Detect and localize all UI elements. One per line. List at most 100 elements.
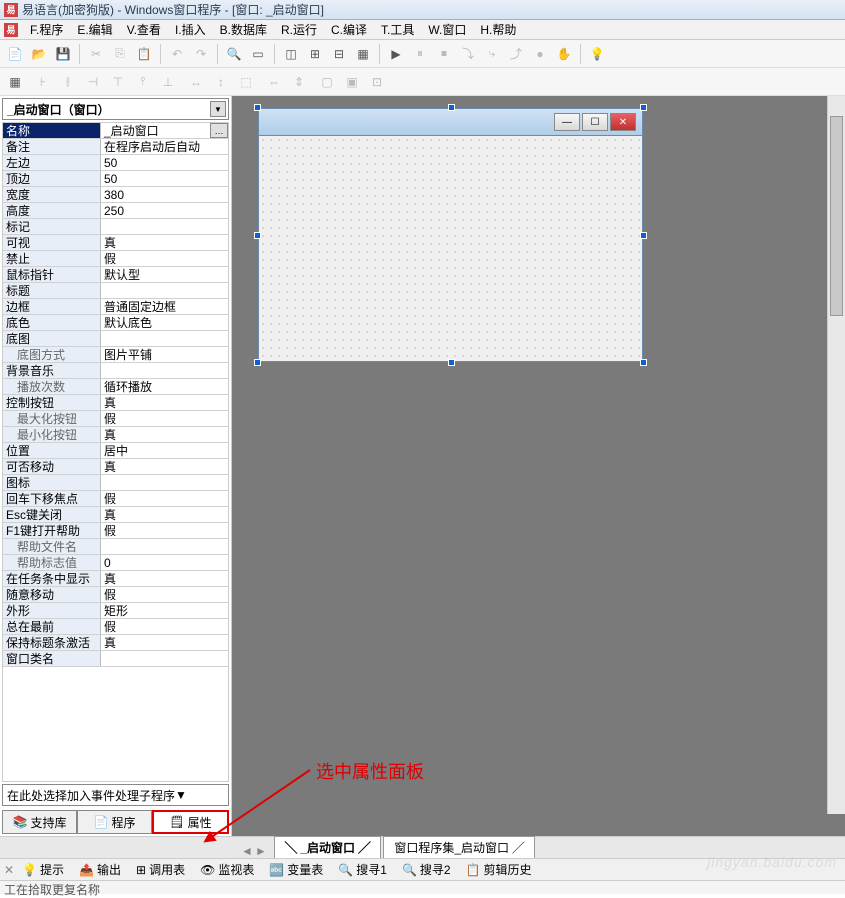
hand-button[interactable]: ✋ [553,43,575,65]
property-value[interactable]: 假 [101,411,228,426]
property-row[interactable]: 鼠标指针默认型 [3,267,228,283]
align-center-button[interactable]: ⫲ [57,71,79,93]
object-selector-combo[interactable]: _启动窗口（窗口） ▼ [2,98,229,120]
property-value[interactable]: 真 [101,427,228,442]
bottom-tab-search1[interactable]: 🔍搜寻1 [331,859,394,880]
property-row[interactable]: 底色默认底色 [3,315,228,331]
menu-insert[interactable]: I.插入 [169,20,212,39]
menu-help[interactable]: H.帮助 [474,20,522,39]
property-row[interactable]: 备注在程序启动后自动 [3,139,228,155]
layout4-button[interactable]: ▦ [352,43,374,65]
property-row[interactable]: 高度250 [3,203,228,219]
property-value[interactable] [101,219,228,234]
bottom-tab-vars[interactable]: 🔤变量表 [262,859,330,880]
property-value[interactable] [101,283,228,298]
step-over-button[interactable]: ⤵ [457,43,479,65]
property-value[interactable]: 380 [101,187,228,202]
property-value[interactable] [101,651,228,666]
resize-handle[interactable] [448,359,455,366]
property-row[interactable]: 控制按钮真 [3,395,228,411]
property-value[interactable] [101,331,228,346]
tab-properties[interactable]: 🗒属性 [152,810,229,834]
property-value[interactable]: 真 [101,395,228,410]
breakpoint-button[interactable]: ● [529,43,551,65]
tab-support-library[interactable]: 📚支持库 [2,810,77,834]
align-bottom-button[interactable]: ⊥ [157,71,179,93]
bottom-tab-clipboard[interactable]: 📋剪辑历史 [459,859,539,880]
resize-handle[interactable] [640,359,647,366]
property-row[interactable]: 可否移动真 [3,459,228,475]
redo-button[interactable]: ↷ [190,43,212,65]
step-out-button[interactable]: ⤴ [505,43,527,65]
group-button[interactable]: ⊡ [366,71,388,93]
bottom-tab-tip[interactable]: 💡提示 [15,859,71,880]
same-width-button[interactable]: ↔ [185,71,207,93]
bottom-tab-search2[interactable]: 🔍搜寻2 [395,859,458,880]
new-button[interactable]: 📄 [4,43,26,65]
property-row[interactable]: 边框普通固定边框 [3,299,228,315]
tip-button[interactable]: 💡 [586,43,608,65]
form-designer-canvas[interactable]: — ☐ ✕ [232,96,845,836]
stop-button[interactable]: ⏹ [433,43,455,65]
property-row[interactable]: 顶边50 [3,171,228,187]
property-row[interactable]: Esc键关闭真 [3,507,228,523]
property-value[interactable]: 250 [101,203,228,218]
align-top-button[interactable]: ⊤ [107,71,129,93]
resize-handle[interactable] [254,359,261,366]
scrollbar-thumb[interactable] [830,116,843,316]
property-row[interactable]: 位置居中 [3,443,228,459]
property-row[interactable]: 宽度380 [3,187,228,203]
layout3-button[interactable]: ⊟ [328,43,350,65]
resize-handle[interactable] [254,232,261,239]
center-h-button[interactable]: ▢ [316,71,338,93]
property-value[interactable]: 居中 [101,443,228,458]
property-row[interactable]: 总在最前假 [3,619,228,635]
property-value[interactable]: 假 [101,491,228,506]
property-value[interactable]: 真 [101,235,228,250]
grid-button[interactable]: ▦ [4,71,26,93]
same-height-button[interactable]: ↕ [210,71,232,93]
cut-button[interactable]: ✂ [85,43,107,65]
property-value[interactable]: _启动窗口… [101,123,228,138]
align-middle-button[interactable]: ⫯ [132,71,154,93]
property-value[interactable]: 假 [101,619,228,634]
property-value[interactable]: 假 [101,251,228,266]
property-value[interactable]: 矩形 [101,603,228,618]
property-value[interactable]: 0 [101,555,228,570]
tab-program[interactable]: 📄程序 [77,810,152,834]
property-value[interactable]: 默认型 [101,267,228,282]
property-row[interactable]: 图标 [3,475,228,491]
copy-button[interactable]: ⎘ [109,43,131,65]
maximize-button[interactable]: ☐ [582,113,608,131]
save-button[interactable]: 💾 [52,43,74,65]
property-value[interactable]: 普通固定边框 [101,299,228,314]
undo-button[interactable]: ↶ [166,43,188,65]
property-row[interactable]: 背景音乐 [3,363,228,379]
property-value[interactable]: 循环播放 [101,379,228,394]
menu-program[interactable]: F.程序 [24,20,69,39]
property-value[interactable] [101,475,228,490]
file-tab-window-assembly[interactable]: 窗口程序集_启动窗口 ╱ [383,836,535,858]
bottom-tab-watch[interactable]: 👁监视表 [193,859,261,880]
property-row[interactable]: 最大化按钮假 [3,411,228,427]
property-value[interactable]: 真 [101,459,228,474]
resize-handle[interactable] [640,232,647,239]
resize-handle[interactable] [640,104,647,111]
open-button[interactable]: 📂 [28,43,50,65]
step-into-button[interactable]: ⤷ [481,43,503,65]
menu-tools[interactable]: T.工具 [375,20,420,39]
menu-compile[interactable]: C.编译 [325,20,373,39]
menu-database[interactable]: B.数据库 [214,20,273,39]
bottom-tab-output[interactable]: 📤输出 [72,859,128,880]
find-button[interactable]: 🔍 [223,43,245,65]
align-left-button[interactable]: ⊦ [32,71,54,93]
property-row[interactable]: 保持标题条激活真 [3,635,228,651]
tab-scroll-left[interactable]: ◄ [240,844,254,858]
property-value[interactable]: 图片平铺 [101,347,228,362]
resize-handle[interactable] [254,104,261,111]
property-row[interactable]: 标记 [3,219,228,235]
form-button[interactable]: ▭ [247,43,269,65]
property-row[interactable]: 随意移动假 [3,587,228,603]
event-selector-combo[interactable]: 在此处选择加入事件处理子程序 ▼ [2,784,229,806]
design-form-body[interactable] [258,136,643,362]
